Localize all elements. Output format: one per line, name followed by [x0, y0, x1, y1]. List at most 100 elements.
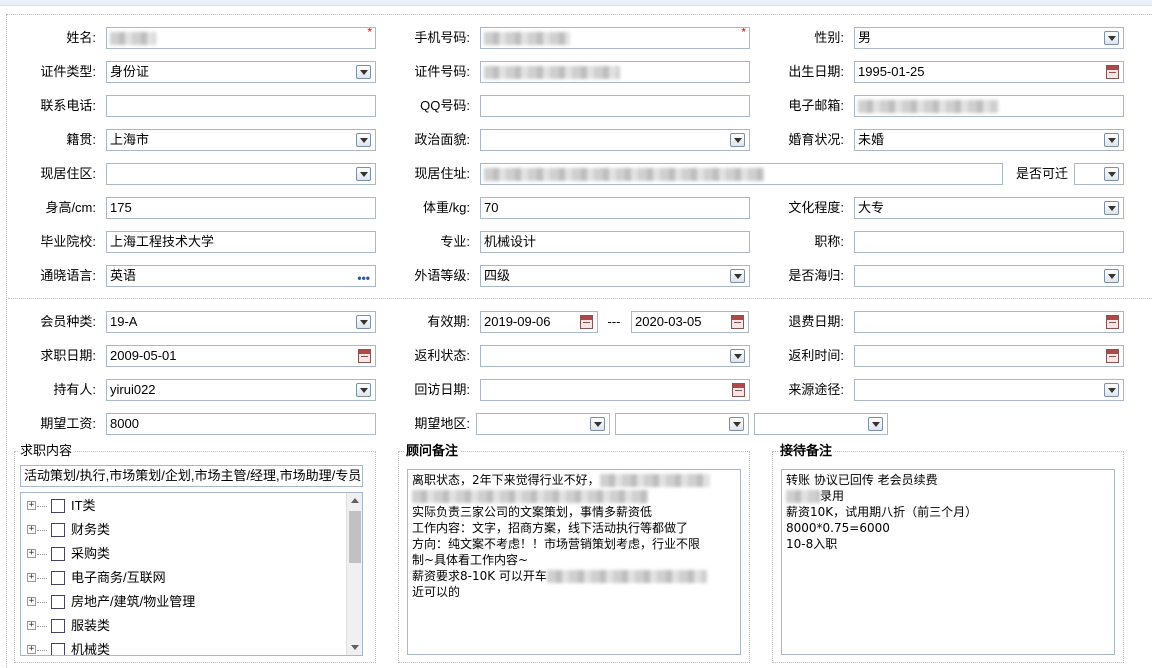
- contact-phone-input[interactable]: [106, 95, 376, 117]
- chevron-down-icon[interactable]: [1104, 383, 1119, 397]
- expand-icon[interactable]: +: [27, 501, 36, 510]
- checkbox[interactable]: [51, 619, 65, 633]
- expand-icon[interactable]: +: [27, 525, 36, 534]
- reception-notes-textarea[interactable]: 转账 协议已回传 老会员续费 录用 薪资10K，试用期八折（前三个月） 8000…: [781, 469, 1115, 655]
- birth-date-input[interactable]: 1995-01-25: [854, 61, 1124, 83]
- rebate-status-select[interactable]: [480, 345, 750, 367]
- foreign-level-select[interactable]: 四级: [480, 265, 750, 287]
- expand-icon[interactable]: +: [27, 597, 36, 606]
- calendar-icon[interactable]: [358, 349, 371, 363]
- school-input[interactable]: 上海工程技术大学: [106, 231, 376, 253]
- phone-input[interactable]: *: [480, 27, 750, 49]
- member-type-select[interactable]: 19-A: [106, 311, 376, 333]
- qq-input[interactable]: [480, 95, 750, 117]
- chevron-down-icon[interactable]: [1104, 201, 1119, 215]
- expand-icon[interactable]: +: [27, 621, 36, 630]
- name-input[interactable]: *: [106, 27, 376, 49]
- job-category-tree[interactable]: + IT类 + 财务类 + 采购类 + 电子商务/互联网 + 房地产/建筑/物业…: [20, 492, 363, 656]
- chevron-down-icon[interactable]: [356, 383, 371, 397]
- chevron-down-icon[interactable]: [730, 269, 745, 283]
- education-select[interactable]: 大专: [854, 197, 1124, 219]
- refund-date-input[interactable]: [854, 311, 1124, 333]
- chevron-down-icon[interactable]: [1104, 133, 1119, 147]
- foreign-level-value: 四级: [484, 268, 511, 283]
- holder-select[interactable]: yirui022: [106, 379, 376, 401]
- id-number-input[interactable]: [480, 61, 750, 83]
- expand-icon[interactable]: +: [27, 645, 36, 654]
- chevron-down-icon[interactable]: [1104, 167, 1119, 181]
- political-status-select[interactable]: [480, 129, 750, 151]
- job-content-summary[interactable]: 活动策划/执行,市场策划/企划,市场主管/经理,市场助理/专员: [20, 465, 363, 487]
- calendar-icon[interactable]: [732, 383, 745, 397]
- revisit-date-input[interactable]: [480, 379, 750, 401]
- scroll-down-icon[interactable]: [351, 645, 359, 650]
- chevron-down-icon[interactable]: [730, 133, 745, 147]
- calendar-icon[interactable]: [1106, 65, 1119, 79]
- chevron-down-icon[interactable]: [356, 167, 371, 181]
- source-select[interactable]: [854, 379, 1124, 401]
- tree-scrollbar[interactable]: [346, 493, 362, 655]
- region-city-select[interactable]: [615, 413, 749, 435]
- note-line: 实际负责三家公司的文案策划，事情多薪资低: [412, 505, 653, 519]
- calendar-icon[interactable]: [1106, 349, 1119, 363]
- major-input[interactable]: 机械设计: [480, 231, 750, 253]
- job-content-summary-text: 活动策划/执行,市场策划/企划,市场主管/经理,市场助理/专员: [24, 468, 362, 483]
- checkbox[interactable]: [51, 595, 65, 609]
- tree-connector: [37, 626, 47, 627]
- job-date-input[interactable]: 2009-05-01: [106, 345, 376, 367]
- height-input[interactable]: 175: [106, 197, 376, 219]
- expand-icon[interactable]: +: [27, 573, 36, 582]
- expand-icon[interactable]: +: [27, 549, 36, 558]
- scroll-up-icon[interactable]: [351, 498, 359, 503]
- region-province-select[interactable]: [476, 413, 610, 435]
- calendar-icon[interactable]: [731, 315, 744, 329]
- checkbox[interactable]: [51, 547, 65, 561]
- political-status-label: 政治面貌:: [414, 132, 470, 147]
- checkbox[interactable]: [51, 523, 65, 537]
- id-type-select[interactable]: 身份证: [106, 61, 376, 83]
- overseas-select[interactable]: [854, 265, 1124, 287]
- chevron-down-icon[interactable]: [729, 417, 744, 431]
- rebate-status-label: 返利状态:: [414, 348, 470, 363]
- note-line: 近可以的: [412, 585, 461, 599]
- calendar-icon[interactable]: [1106, 315, 1119, 329]
- chevron-down-icon[interactable]: [1104, 269, 1119, 283]
- redacted-text: [599, 474, 710, 487]
- checkbox[interactable]: [51, 571, 65, 585]
- calendar-icon[interactable]: [580, 315, 593, 329]
- note-line: 工作内容：文字，招商方案，线下活动执行等都做了: [412, 521, 689, 535]
- relocate-select[interactable]: [1074, 163, 1124, 185]
- gender-select[interactable]: 男: [854, 27, 1124, 49]
- email-input[interactable]: [854, 95, 1124, 117]
- note-line: [412, 488, 736, 504]
- chevron-down-icon[interactable]: [356, 133, 371, 147]
- marital-status-select[interactable]: 未婚: [854, 129, 1124, 151]
- id-type-label: 证件类型:: [40, 64, 96, 79]
- salary-input[interactable]: 8000: [106, 413, 376, 435]
- more-dots-icon[interactable]: •••: [357, 268, 370, 286]
- consultant-notes-textarea[interactable]: 离职状态，2年下来觉得行业不好， 实际负责三家公司的文案策划，事情多薪资低 工作…: [407, 469, 741, 655]
- chevron-down-icon[interactable]: [356, 65, 371, 79]
- checkbox[interactable]: [51, 643, 65, 655]
- chevron-down-icon[interactable]: [356, 315, 371, 329]
- validity-to-input[interactable]: 2020-03-05: [631, 311, 749, 333]
- member-type-value: 19-A: [110, 314, 138, 329]
- language-picker[interactable]: 英语 •••: [106, 265, 376, 287]
- chevron-down-icon[interactable]: [730, 349, 745, 363]
- chevron-down-icon[interactable]: [868, 417, 883, 431]
- district-select[interactable]: [106, 163, 376, 185]
- rebate-time-input[interactable]: [854, 345, 1124, 367]
- scroll-thumb[interactable]: [349, 511, 361, 563]
- chevron-down-icon[interactable]: [1104, 31, 1119, 45]
- native-place-value: 上海市: [110, 132, 150, 147]
- native-place-select[interactable]: 上海市: [106, 129, 376, 151]
- job-title-input[interactable]: [854, 231, 1124, 253]
- school-value: 上海工程技术大学: [110, 234, 215, 249]
- checkbox[interactable]: [51, 499, 65, 513]
- region-district-select[interactable]: [754, 413, 888, 435]
- gender-label: 性别:: [814, 30, 844, 45]
- chevron-down-icon[interactable]: [590, 417, 605, 431]
- validity-from-input[interactable]: 2019-09-06: [480, 311, 598, 333]
- address-input[interactable]: [480, 163, 1003, 185]
- weight-input[interactable]: 70: [480, 197, 750, 219]
